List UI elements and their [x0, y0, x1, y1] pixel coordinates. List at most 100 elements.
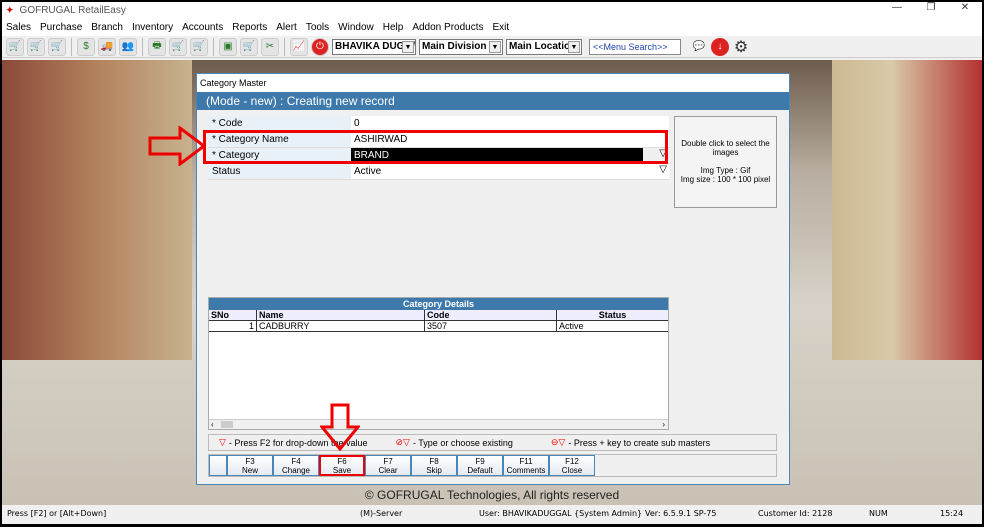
change-button[interactable]: F4 Change	[273, 455, 319, 476]
menu-exit[interactable]: Exit	[493, 22, 510, 33]
cell-sno: 1	[209, 321, 257, 331]
status-server: (M)-Server	[360, 509, 403, 518]
button-key: F8	[429, 457, 439, 466]
toolbar-separator	[142, 37, 143, 56]
horizontal-scrollbar[interactable]: ‹ ›	[209, 419, 668, 429]
toolbar-separator	[213, 37, 214, 56]
background-shelf-right	[832, 60, 982, 360]
app-title: GOFRUGAL RetailEasy	[19, 4, 126, 16]
menu-accounts[interactable]: Accounts	[182, 22, 223, 33]
toolbar-separator	[284, 37, 285, 56]
legend-bar: ▽ - Press F2 for drop-down the value ⊘▽ - …	[208, 434, 777, 451]
status-user: User: BHAVIKADUGGAL {System Admin}	[479, 509, 643, 518]
menu-sales[interactable]: Sales	[6, 22, 31, 33]
default-button[interactable]: F9 Default	[457, 455, 503, 476]
chart-icon[interactable]: 📈	[290, 37, 308, 56]
annotation-highlight-box	[203, 130, 668, 164]
cart-icon[interactable]: 🛒	[169, 37, 187, 56]
menu-help[interactable]: Help	[383, 22, 404, 33]
dialog-title: Category Master	[197, 74, 789, 92]
app-window: ✦ GOFRUGAL RetailEasy — ❐ ✕ Sales Purchase…	[2, 2, 982, 524]
code-input[interactable]: 0	[351, 116, 669, 131]
cart-return-icon[interactable]: 🛒	[48, 37, 66, 56]
chat-icon[interactable]: 💬	[690, 38, 708, 56]
print-icon[interactable]: 🖶	[148, 37, 166, 56]
code-label: * Code	[208, 116, 351, 131]
menu-alert[interactable]: Alert	[276, 22, 297, 33]
button-label: New	[241, 466, 258, 475]
function-key-bar: F3 New F4 Change F6 Save F7 Clear F8 Skip F9 D…	[208, 454, 777, 477]
image-picker[interactable]: Double click to select the images Img Ty…	[674, 116, 777, 208]
column-header-sno: SNo	[209, 310, 257, 320]
user-select[interactable]: BHAVIKA DUGG/▼	[332, 38, 416, 55]
menu-reports[interactable]: Reports	[232, 22, 267, 33]
division-select[interactable]: Main Division ▼	[419, 38, 503, 55]
users-icon[interactable]: 👥	[119, 37, 137, 56]
comments-button[interactable]: F11 Comments	[503, 455, 549, 476]
scroll-left-icon[interactable]: ‹	[211, 420, 214, 429]
button-label: Change	[281, 466, 311, 475]
menu-branch[interactable]: Branch	[91, 22, 123, 33]
close-button[interactable]: F12 Close	[549, 455, 595, 476]
window-close-button[interactable]: ✕	[948, 2, 982, 13]
background-shelf-left	[2, 60, 192, 360]
menu-tools[interactable]: Tools	[306, 22, 329, 33]
image-type: Img Type : Gif	[700, 166, 751, 175]
button-key: F12	[565, 457, 579, 466]
menu-purchase[interactable]: Purchase	[40, 22, 82, 33]
button-label: Comments	[506, 466, 546, 475]
clear-button[interactable]: F7 Clear	[365, 455, 411, 476]
legend-type-choose-text: - Type or choose existing	[412, 437, 513, 448]
field-status: Status Active ▽	[208, 164, 669, 180]
cell-code: 3507	[425, 321, 557, 331]
restore-button[interactable]: ❐	[914, 2, 948, 13]
table-row[interactable]: 1 CADBURRY 3507 Active	[209, 321, 668, 332]
cart-icon[interactable]: 🛒	[190, 37, 208, 56]
mode-header: (Mode - new) : Creating new record	[197, 92, 789, 110]
menu-search-input[interactable]: <<Menu Search>>	[589, 38, 681, 55]
delivery-icon[interactable]: 🚚	[98, 37, 116, 56]
power-icon[interactable]: ⏻	[311, 37, 329, 56]
status-version: Ver: 6.5.9.1 SP-75	[645, 509, 717, 518]
image-hint: Double click to select the images	[681, 139, 770, 157]
skip-button[interactable]: F8 Skip	[411, 455, 457, 476]
button-label: Default	[467, 466, 493, 475]
status-hint: Press [F2] or [Alt+Down]	[7, 509, 107, 518]
menu-bar: Sales Purchase Branch Inventory Accounts…	[2, 18, 982, 36]
minimize-button[interactable]: —	[880, 2, 914, 13]
button-key: F7	[383, 457, 393, 466]
type-choose-legend-icon: ⊘▽	[395, 437, 410, 447]
status-select[interactable]: Active	[351, 164, 669, 179]
button-key: F9	[475, 457, 485, 466]
column-header-name: Name	[257, 310, 425, 320]
menu-inventory[interactable]: Inventory	[132, 22, 173, 33]
cart-icon[interactable]: 🛒	[240, 37, 258, 56]
menu-addon-products[interactable]: Addon Products	[412, 22, 483, 33]
button-key: F4	[291, 457, 301, 466]
scroll-right-icon[interactable]: ›	[662, 420, 665, 429]
chevron-down-icon: ▼	[568, 40, 580, 53]
scroll-thumb[interactable]	[221, 421, 233, 428]
chevron-down-icon: ▼	[489, 40, 501, 53]
annotation-arrow-down-icon	[320, 403, 360, 451]
cart-icon[interactable]: 🛒	[6, 37, 24, 56]
column-header-status: Status	[598, 310, 627, 320]
button-key: F3	[245, 457, 255, 466]
division-select-value: Main Division	[422, 41, 487, 52]
tools-icon[interactable]: ✂	[261, 37, 279, 56]
location-select[interactable]: Main Location ▼	[506, 38, 582, 55]
package-icon[interactable]: ▣	[219, 37, 237, 56]
gear-icon[interactable]: ⚙	[732, 38, 750, 56]
cart-icon[interactable]: 🛒	[27, 37, 45, 56]
cell-name: CADBURRY	[257, 321, 425, 331]
button-key: F11	[519, 457, 533, 466]
annotation-arrow-right-icon	[148, 126, 206, 166]
status-bar: Press [F2] or [Alt+Down] (M)-Server User…	[2, 505, 982, 521]
download-icon[interactable]: ↓	[711, 37, 729, 56]
bag-icon[interactable]: $	[77, 37, 95, 56]
save-button[interactable]: F6 Save	[319, 455, 365, 476]
dropdown-icon[interactable]: ▽	[659, 164, 667, 175]
new-button[interactable]: F3 New	[227, 455, 273, 476]
title-bar: ✦ GOFRUGAL RetailEasy — ❐ ✕	[2, 2, 982, 18]
menu-window[interactable]: Window	[338, 22, 374, 33]
